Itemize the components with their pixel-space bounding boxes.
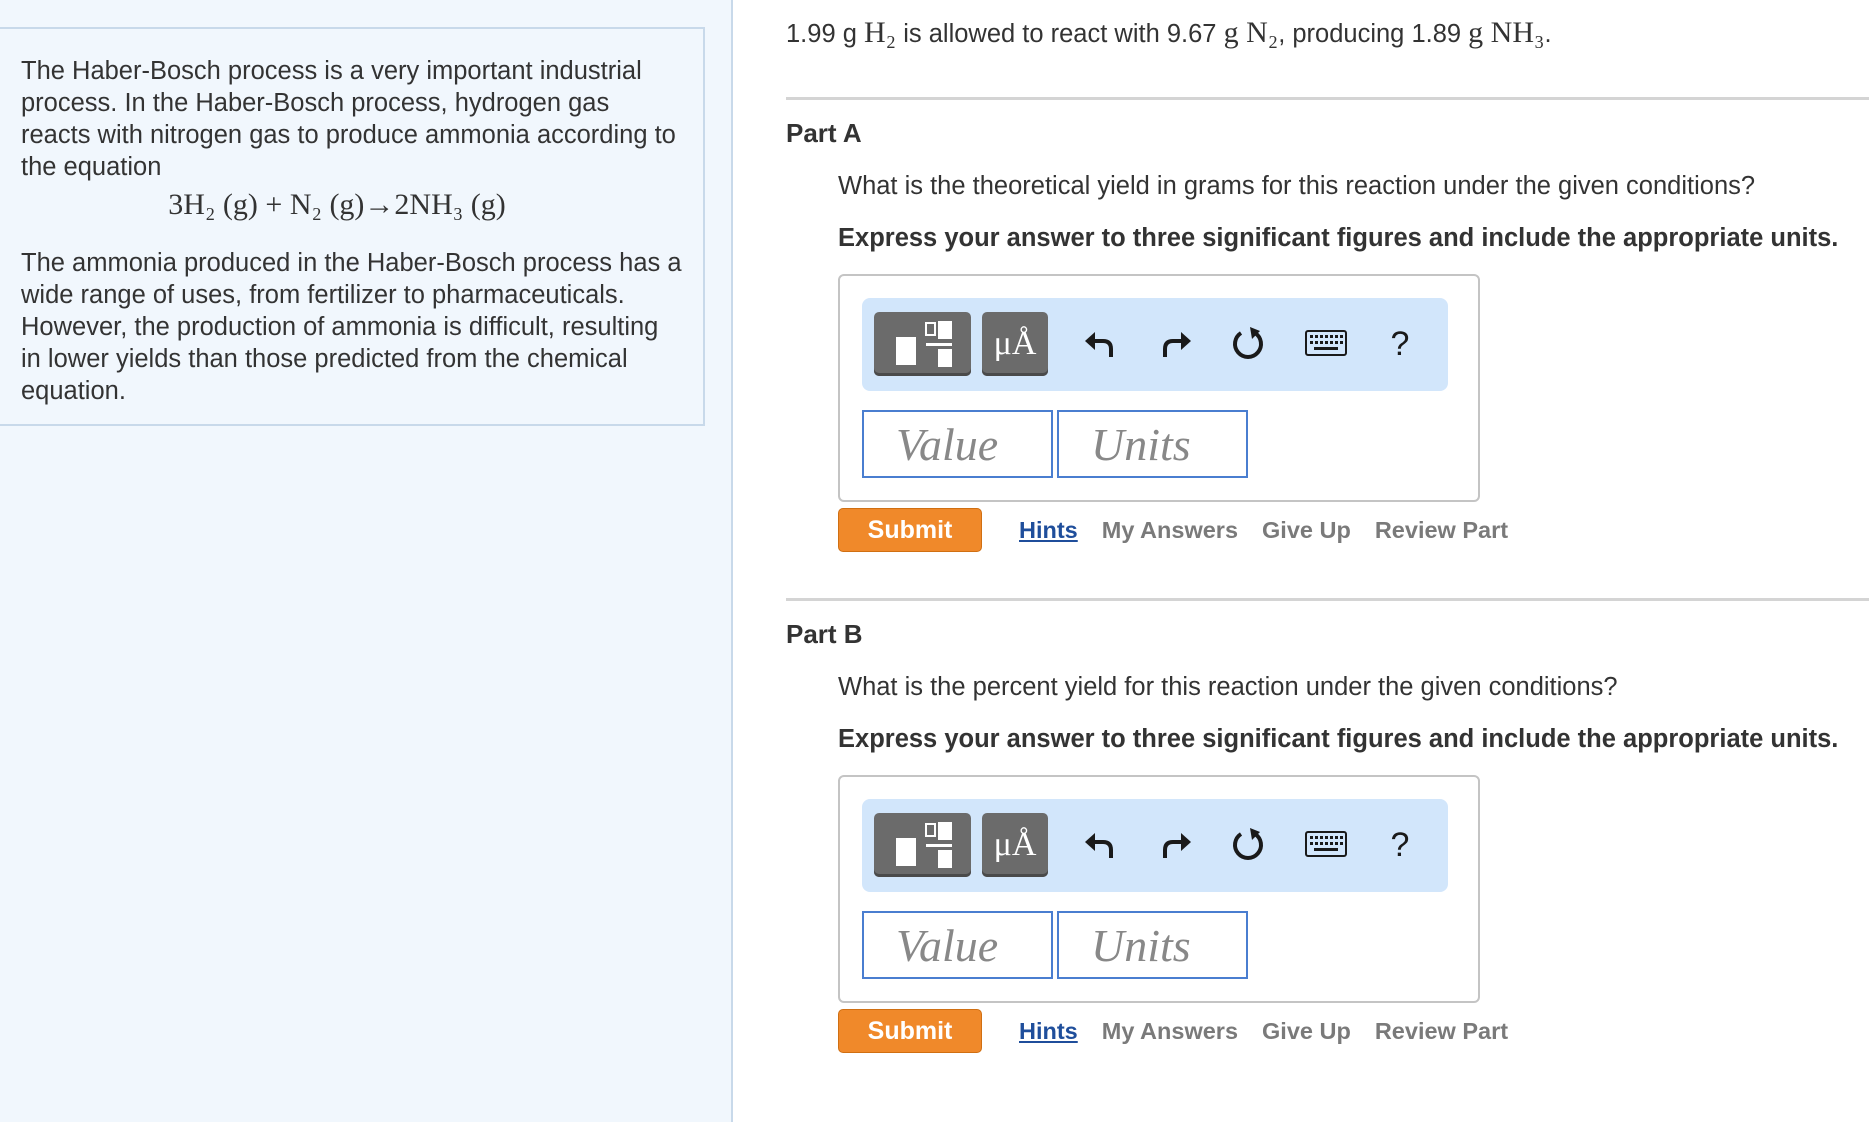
part-a-toolbar: μÅ ? — [862, 298, 1448, 391]
redo-button[interactable] — [1148, 817, 1204, 873]
intro-box: The Haber-Bosch process is a very import… — [0, 27, 705, 426]
undo-button[interactable] — [1072, 316, 1128, 372]
redo-icon — [1163, 332, 1191, 357]
part-b-divider — [786, 598, 1869, 601]
keyboard-button[interactable] — [1298, 316, 1354, 372]
part-a-value-input[interactable] — [862, 410, 1053, 478]
given-nh3-formula: g NH₃ — [1468, 16, 1545, 49]
given-end: . — [1544, 20, 1552, 48]
units-button[interactable]: μÅ — [982, 813, 1048, 877]
part-b-hints-link[interactable]: Hints — [1019, 1018, 1078, 1045]
part-a-submit-button[interactable]: Submit — [838, 508, 982, 552]
redo-button[interactable] — [1148, 316, 1204, 372]
keyboard-icon — [1305, 831, 1347, 857]
help-button[interactable]: ? — [1372, 316, 1428, 372]
intro-paragraph-2: The ammonia produced in the Haber-Bosch … — [21, 249, 682, 405]
part-b-submit-button[interactable]: Submit — [838, 1009, 982, 1053]
reset-button[interactable] — [1220, 316, 1276, 372]
units-button-label: μÅ — [993, 325, 1037, 362]
given-statement: 1.99 g H₂ is allowed to react with 9.67 … — [786, 16, 1552, 50]
part-b-review-part-link[interactable]: Review Part — [1375, 1018, 1508, 1045]
templates-icon — [895, 321, 952, 367]
part-a-answer-box: μÅ ? Value Units — [838, 274, 1480, 502]
reset-icon — [1233, 327, 1263, 359]
part-b-my-answers-link[interactable]: My Answers — [1102, 1018, 1238, 1045]
part-a-instruction: Express your answer to three significant… — [838, 224, 1839, 252]
part-a-units-input[interactable] — [1057, 410, 1248, 478]
help-icon: ? — [1390, 324, 1410, 363]
given-n2-formula: g N₂ — [1223, 16, 1279, 49]
templates-button[interactable] — [874, 813, 971, 877]
keyboard-button[interactable] — [1298, 817, 1354, 873]
part-a-question: What is the theoretical yield in grams f… — [838, 172, 1756, 200]
reset-icon — [1233, 828, 1263, 860]
part-a-hints-link[interactable]: Hints — [1019, 517, 1078, 544]
part-b-title: Part B — [786, 619, 863, 649]
given-text-2: , producing 1.89 — [1278, 20, 1462, 48]
part-b-toolbar: μÅ ? — [862, 799, 1448, 892]
part-a-my-answers-link[interactable]: My Answers — [1102, 517, 1238, 544]
part-a-divider — [786, 97, 1869, 100]
intro-paragraph-1: The Haber-Bosch process is a very import… — [21, 57, 676, 181]
templates-button[interactable] — [874, 312, 971, 376]
given-h2-formula: H₂ — [864, 16, 897, 49]
templates-icon — [895, 822, 952, 868]
given-text-1: is allowed to react with 9.67 — [903, 20, 1217, 48]
part-a-review-part-link[interactable]: Review Part — [1375, 517, 1508, 544]
intro-pane: The Haber-Bosch process is a very import… — [0, 0, 733, 1122]
help-icon: ? — [1390, 825, 1410, 864]
part-b-give-up-link[interactable]: Give Up — [1262, 1018, 1351, 1045]
redo-icon — [1163, 833, 1191, 858]
undo-icon — [1085, 332, 1113, 357]
part-b-answer-box: μÅ ? Value Units — [838, 775, 1480, 1003]
part-a-give-up-link[interactable]: Give Up — [1262, 517, 1351, 544]
problem-pane: 1.99 g H₂ is allowed to react with 9.67 … — [735, 0, 1869, 1122]
part-a-actions: Submit Hints My Answers Give Up Review P… — [838, 508, 1508, 552]
reset-button[interactable] — [1220, 817, 1276, 873]
part-b-units-input[interactable] — [1057, 911, 1248, 979]
undo-icon — [1085, 833, 1113, 858]
part-b-question: What is the percent yield for this react… — [838, 673, 1618, 701]
units-button[interactable]: μÅ — [982, 312, 1048, 376]
part-a-title: Part A — [786, 118, 862, 148]
keyboard-icon — [1305, 330, 1347, 356]
undo-button[interactable] — [1072, 817, 1128, 873]
given-h2-mass: 1.99 g — [786, 20, 857, 48]
units-button-label: μÅ — [993, 826, 1037, 863]
help-button[interactable]: ? — [1372, 817, 1428, 873]
reaction-equation: 3H₂ (g) + N₂ (g)→2NH₃ (g) — [168, 188, 506, 221]
part-b-actions: Submit Hints My Answers Give Up Review P… — [838, 1009, 1508, 1053]
part-b-value-input[interactable] — [862, 911, 1053, 979]
part-b-instruction: Express your answer to three significant… — [838, 725, 1839, 753]
